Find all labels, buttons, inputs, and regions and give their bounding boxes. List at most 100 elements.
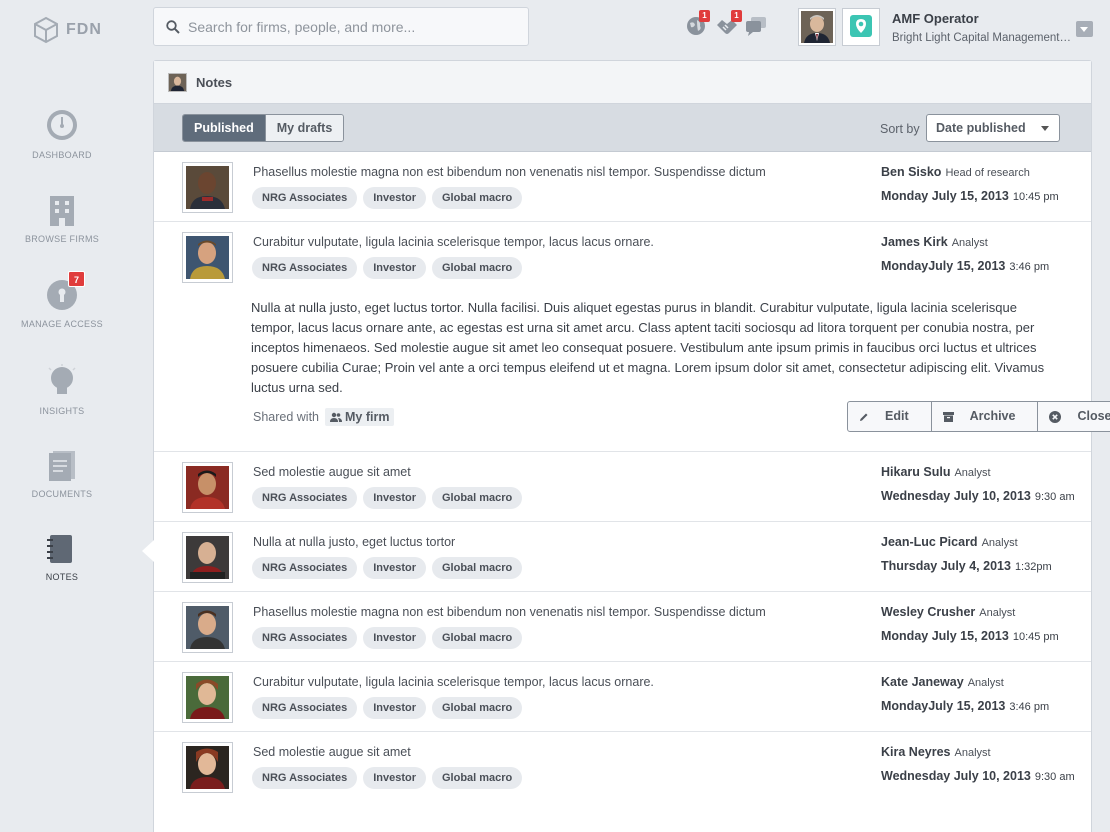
- sidebar-item-manage-access[interactable]: 7 MANAGE ACCESS: [0, 271, 124, 329]
- note-title[interactable]: Phasellus molestie magna non est bibendu…: [253, 605, 766, 619]
- shared-with: Shared with My firm: [253, 408, 395, 426]
- tab-my-drafts[interactable]: My drafts: [264, 115, 344, 141]
- user-avatar[interactable]: [798, 8, 836, 46]
- tag-strategy[interactable]: Global macro: [431, 187, 523, 209]
- tag-type[interactable]: Investor: [363, 767, 426, 789]
- dashboard-icon: [47, 110, 77, 140]
- note-author[interactable]: Ben Sisko Head of research: [881, 165, 1030, 179]
- notifications-deals[interactable]: 1: [716, 10, 742, 41]
- note-title[interactable]: Curabitur vulputate, ligula lacinia scel…: [253, 235, 654, 249]
- author-role: Analyst: [967, 677, 1004, 689]
- note-tags: NRG Associates Investor Global macro: [252, 627, 523, 649]
- note-author[interactable]: Jean-Luc Picard Analyst: [881, 535, 1018, 549]
- note-author[interactable]: Kate Janeway Analyst: [881, 675, 1004, 689]
- note-tags: NRG Associates Investor Global macro: [252, 257, 523, 279]
- note-body: Nulla at nulla justo, eget luctus tortor…: [251, 300, 1045, 395]
- note-date: Thursday July 4, 2013 1:32pm: [881, 559, 1052, 573]
- tag-strategy[interactable]: Global macro: [431, 767, 523, 789]
- tag-firm[interactable]: NRG Associates: [252, 257, 358, 279]
- author-name: James Kirk: [881, 235, 948, 249]
- tag-strategy[interactable]: Global macro: [431, 557, 523, 579]
- tag-strategy[interactable]: Global macro: [431, 627, 523, 649]
- note-row[interactable]: Phasellus molestie magna non est bibendu…: [154, 592, 1091, 662]
- author-name: Hikaru Sulu: [881, 465, 951, 479]
- note-author[interactable]: James Kirk Analyst: [881, 235, 988, 249]
- author-role: Head of research: [945, 167, 1030, 179]
- note-author[interactable]: Kira Neyres Analyst: [881, 745, 991, 759]
- cube-logo-icon: [34, 16, 58, 44]
- sidebar-item-label: INSIGHTS: [39, 406, 85, 416]
- note-row[interactable]: Sed molestie augue sit amet NRG Associat…: [154, 732, 1091, 802]
- notification-badge: 1: [699, 10, 710, 22]
- tab-published[interactable]: Published: [183, 115, 265, 141]
- note-tags: NRG Associates Investor Global macro: [252, 697, 523, 719]
- note-row[interactable]: Sed molestie augue sit amet NRG Associat…: [154, 452, 1091, 522]
- sidebar-item-dashboard[interactable]: DASHBOARD: [0, 108, 124, 160]
- sidebar-item-label: BROWSE FIRMS: [24, 234, 100, 244]
- tag-type[interactable]: Investor: [363, 627, 426, 649]
- tag-type[interactable]: Investor: [363, 487, 426, 509]
- sidebar-item-insights[interactable]: INSIGHTS: [0, 364, 124, 416]
- date-text: Wednesday July 10, 2013: [881, 489, 1031, 503]
- tag-strategy[interactable]: Global macro: [431, 257, 523, 279]
- author-name: Ben Sisko: [881, 165, 942, 179]
- manage-access-badge: 7: [68, 271, 85, 287]
- tag-type[interactable]: Investor: [363, 187, 426, 209]
- fdn-logo[interactable]: FDN: [32, 16, 102, 44]
- tag-firm[interactable]: NRG Associates: [252, 627, 358, 649]
- sidebar-item-label: MANAGE ACCESS: [21, 319, 103, 329]
- notifications-globe[interactable]: 1: [686, 10, 710, 41]
- notes-toolbar: Published My drafts Sort by Date publish…: [154, 104, 1091, 152]
- tag-firm[interactable]: NRG Associates: [252, 557, 358, 579]
- edit-button[interactable]: Edit: [848, 402, 931, 431]
- search-box[interactable]: [153, 7, 529, 46]
- note-row-expanded: Curabitur vulputate, ligula lacinia scel…: [154, 222, 1110, 452]
- close-label: Close: [1077, 409, 1110, 423]
- sidebar-item-documents[interactable]: DOCUMENTS: [0, 449, 124, 499]
- tag-firm[interactable]: NRG Associates: [252, 767, 358, 789]
- tag-firm[interactable]: NRG Associates: [252, 187, 358, 209]
- author-avatar: [182, 232, 233, 283]
- time-text: 9:30 am: [1034, 771, 1075, 783]
- sidebar-item-notes[interactable]: NOTES: [0, 534, 124, 582]
- note-tags: NRG Associates Investor Global macro: [252, 557, 523, 579]
- date-text: Monday July 15, 2013: [881, 189, 1009, 203]
- author-role: Analyst: [981, 537, 1018, 549]
- sidebar-item-browse-firms[interactable]: BROWSE FIRMS: [0, 194, 124, 244]
- author-avatar: [182, 672, 233, 723]
- note-title[interactable]: Nulla at nulla justo, eget luctus tortor: [253, 535, 455, 549]
- time-text: 3:46 pm: [1009, 701, 1050, 713]
- firm-logo[interactable]: [842, 8, 880, 46]
- search-input[interactable]: [188, 18, 508, 35]
- sort-select[interactable]: Date published: [926, 114, 1060, 142]
- note-title[interactable]: Sed molestie augue sit amet: [253, 465, 411, 479]
- archive-button[interactable]: Archive: [930, 402, 1038, 431]
- tag-firm[interactable]: NRG Associates: [252, 697, 358, 719]
- tag-type[interactable]: Investor: [363, 697, 426, 719]
- user-menu-dropdown[interactable]: [1076, 21, 1093, 37]
- tag-type[interactable]: Investor: [363, 557, 426, 579]
- tag-type[interactable]: Investor: [363, 257, 426, 279]
- edit-label: Edit: [885, 409, 909, 423]
- note-title[interactable]: Phasellus molestie magna non est bibendu…: [253, 165, 766, 179]
- note-row[interactable]: Nulla at nulla justo, eget luctus tortor…: [154, 522, 1091, 592]
- note-tags: NRG Associates Investor Global macro: [252, 767, 523, 789]
- tag-strategy[interactable]: Global macro: [431, 487, 523, 509]
- tag-strategy[interactable]: Global macro: [431, 697, 523, 719]
- close-button[interactable]: Close: [1037, 402, 1110, 431]
- tag-firm[interactable]: NRG Associates: [252, 487, 358, 509]
- note-row[interactable]: Phasellus molestie magna non est bibendu…: [154, 152, 1091, 222]
- note-title[interactable]: Sed molestie augue sit amet: [253, 745, 411, 759]
- time-text: 10:45 pm: [1012, 191, 1059, 203]
- shared-with-pill[interactable]: My firm: [325, 408, 395, 426]
- archive-icon: [942, 411, 954, 422]
- date-text: MondayJuly 15, 2013: [881, 259, 1006, 273]
- note-title[interactable]: Curabitur vulputate, ligula lacinia scel…: [253, 675, 654, 689]
- author-role: Analyst: [979, 607, 1016, 619]
- note-actions: Edit Archive Close: [847, 401, 1110, 432]
- note-row[interactable]: Curabitur vulputate, ligula lacinia scel…: [154, 662, 1091, 732]
- pencil-icon: [860, 413, 868, 421]
- note-author[interactable]: Wesley Crusher Analyst: [881, 605, 1015, 619]
- messages-button[interactable]: [745, 16, 767, 41]
- note-author[interactable]: Hikaru Sulu Analyst: [881, 465, 991, 479]
